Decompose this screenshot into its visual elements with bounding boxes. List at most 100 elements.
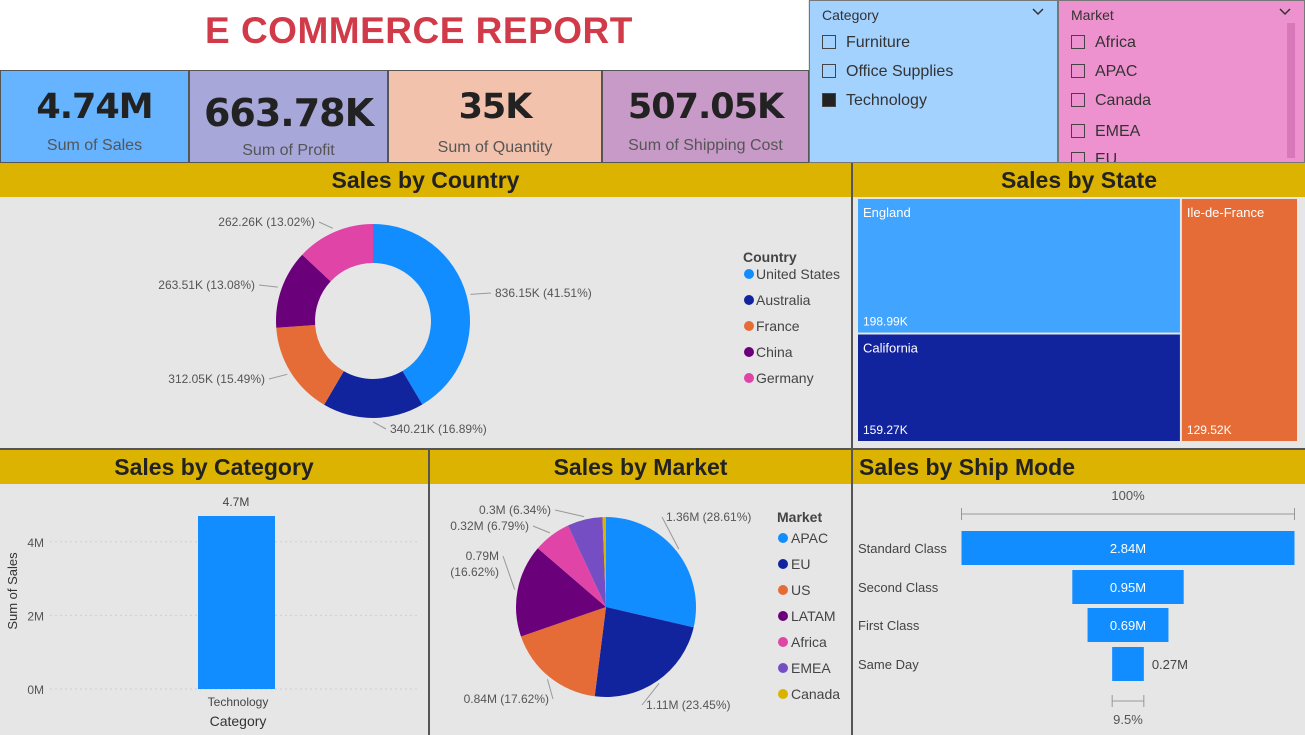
- slicer-item-label: EMEA: [1095, 123, 1141, 140]
- legend-item: Canada: [791, 686, 840, 702]
- slicer-item-office-supplies[interactable]: Office Supplies: [822, 62, 953, 82]
- x-tick-label: Technology: [208, 695, 269, 709]
- legend-title: Country: [743, 249, 797, 265]
- chevron-down-icon[interactable]: [1278, 5, 1292, 19]
- report-title-bar: E COMMERCE REPORT: [0, 0, 808, 70]
- legend-marker: [778, 663, 788, 673]
- leader-line: [268, 373, 288, 380]
- chevron-down-icon[interactable]: [1031, 5, 1045, 19]
- data-label: 312.05K (15.49%): [168, 372, 265, 386]
- slicer-item-canada[interactable]: Canada: [1071, 91, 1151, 111]
- legend-marker: [778, 533, 788, 543]
- slicer-header: Market: [1071, 7, 1114, 23]
- legend-item: EU: [791, 556, 810, 572]
- tile-value[interactable]: 198.99K: [863, 315, 908, 329]
- leader-line: [470, 292, 492, 295]
- legend-item: Germany: [756, 370, 814, 386]
- kpi-value: 663.78K: [203, 91, 374, 135]
- slicer-item-emea[interactable]: EMEA: [1071, 122, 1140, 142]
- leader-line: [554, 509, 585, 518]
- slicer-item-label: APAC: [1095, 63, 1138, 80]
- checkbox[interactable]: [1071, 152, 1085, 162]
- y-tick-label: 2M: [27, 609, 44, 623]
- legend-item: US: [791, 582, 810, 598]
- slicer-scrollbar[interactable]: [1287, 23, 1295, 158]
- y-tick-label: 4M: [27, 536, 44, 550]
- market-slicer[interactable]: Market Africa APAC Canada EMEA EU: [1058, 0, 1305, 163]
- bar-technology[interactable]: [198, 516, 275, 689]
- legend-item: China: [756, 344, 793, 360]
- funnel-value-label: 2.84M: [1110, 541, 1146, 556]
- slicer-item-label: Office Supplies: [846, 63, 954, 80]
- data-label: 340.21K (16.89%): [390, 422, 487, 436]
- kpi-card-quantity[interactable]: 35K Sum of Quantity: [388, 70, 602, 163]
- kpi-label: Sum of Quantity: [437, 139, 553, 156]
- checkbox[interactable]: [1071, 124, 1085, 138]
- country-donut-chart[interactable]: 836.15K (41.51%) 340.21K (16.89%) 312.05K …: [0, 197, 851, 448]
- tile-label[interactable]: Ile-de-France: [1187, 205, 1264, 220]
- y-axis-title: Sum of Sales: [5, 552, 20, 630]
- checkbox[interactable]: [1071, 35, 1085, 49]
- checkbox[interactable]: [822, 35, 836, 49]
- data-label: 1.11M (23.45%): [646, 698, 731, 712]
- funnel-value-label: 0.69M: [1110, 618, 1146, 633]
- y-tick-label: 0M: [27, 683, 44, 697]
- slicer-item-label: Africa: [1095, 34, 1136, 51]
- kpi-value: 507.05K: [627, 87, 784, 127]
- funnel-value-label: 0.27M: [1152, 657, 1188, 672]
- slicer-item-furniture[interactable]: Furniture: [822, 33, 910, 53]
- legend-item: LATAM: [791, 608, 836, 624]
- legend-marker: [744, 321, 754, 331]
- slicer-item-technology[interactable]: Technology: [822, 91, 927, 111]
- tile-label[interactable]: California: [863, 341, 919, 356]
- slicer-item-apac[interactable]: APAC: [1071, 62, 1137, 82]
- shipmode-funnel-chart[interactable]: 100% Standard Class 2.84M Second Class 0.95M…: [853, 484, 1305, 735]
- slicer-item-eu[interactable]: EU: [1071, 150, 1118, 163]
- checkbox[interactable]: [822, 64, 836, 78]
- slicer-item-label: Furniture: [846, 34, 911, 51]
- legend-marker: [778, 689, 788, 699]
- data-label: 262.26K (13.02%): [218, 215, 315, 229]
- leader-line: [532, 525, 551, 534]
- legend-item: Africa: [791, 634, 827, 650]
- tile-label[interactable]: England: [863, 205, 911, 220]
- data-label: 263.51K (13.08%): [158, 278, 255, 292]
- kpi-label: Sum of Shipping Cost: [628, 137, 783, 154]
- tile-value[interactable]: 129.52K: [1187, 423, 1232, 437]
- panel-title-state: Sales by State: [853, 163, 1305, 197]
- leader-line: [258, 284, 278, 288]
- slicer-item-label: EU: [1095, 151, 1118, 163]
- legend-item: APAC: [791, 530, 828, 546]
- kpi-value: 35K: [458, 87, 533, 127]
- legend-marker: [778, 611, 788, 621]
- legend-item: Australia: [756, 292, 811, 308]
- funnel-bar-same-day[interactable]: [1112, 647, 1144, 681]
- treemap-tile-ile-de-france[interactable]: [1181, 199, 1297, 441]
- data-label: 836.15K (41.51%): [495, 286, 592, 300]
- market-pie-chart[interactable]: 1.36M (28.61%) 1.11M (23.45%) 0.84M (17.62…: [430, 484, 851, 735]
- kpi-card-shipping-cost[interactable]: 507.05K Sum of Shipping Cost: [602, 70, 809, 163]
- panel-title-market: Sales by Market: [430, 450, 851, 484]
- data-label: 0.79M: [466, 549, 499, 563]
- checkbox[interactable]: [1071, 93, 1085, 107]
- checkbox-checked[interactable]: [822, 93, 836, 107]
- legend-marker: [744, 295, 754, 305]
- kpi-card-profit[interactable]: 663.78K Sum of Profit: [189, 70, 388, 163]
- slicer-item-africa[interactable]: Africa: [1071, 33, 1136, 53]
- data-label: 4.7M: [223, 495, 250, 509]
- data-label: 0.3M (6.34%): [479, 503, 551, 517]
- legend-marker: [778, 585, 788, 595]
- kpi-card-sales[interactable]: 4.74M Sum of Sales: [0, 70, 189, 163]
- divider: [0, 448, 1305, 450]
- legend-marker: [744, 347, 754, 357]
- kpi-label: Sum of Sales: [46, 137, 143, 154]
- state-treemap-chart[interactable]: England 198.99K California 159.27K Ile-de-Fr…: [853, 197, 1305, 448]
- report-title: E COMMERCE REPORT: [205, 10, 633, 51]
- category-bar-chart[interactable]: 0M 2M 4M 4.7M Technology Category Sum of Sales: [0, 484, 428, 735]
- checkbox[interactable]: [1071, 64, 1085, 78]
- kpi-label: Sum of Profit: [242, 142, 335, 159]
- panel-title-category: Sales by Category: [0, 450, 428, 484]
- leader-line: [502, 555, 516, 590]
- category-slicer[interactable]: Category Furniture Office Supplies Techn…: [809, 0, 1058, 163]
- tile-value[interactable]: 159.27K: [863, 423, 908, 437]
